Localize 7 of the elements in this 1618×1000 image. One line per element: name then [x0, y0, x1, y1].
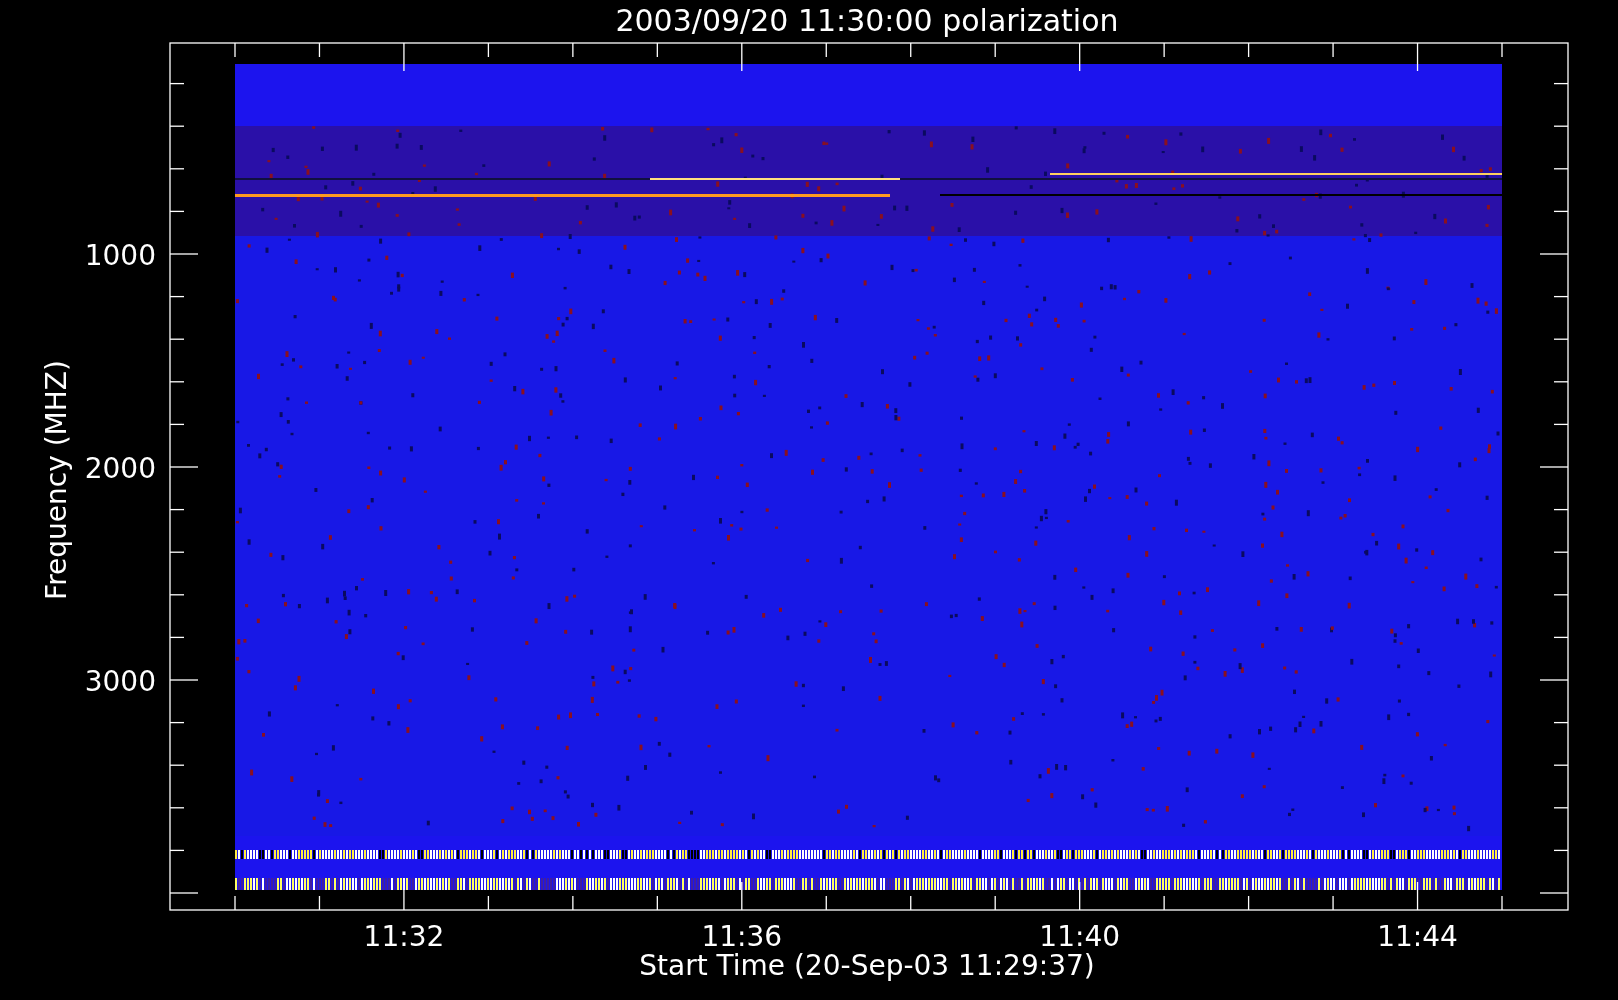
- x-tick-label: 11:32: [363, 920, 445, 953]
- y-tick-label: 1000: [84, 239, 156, 272]
- y-axis-label: Frequency (MHZ): [40, 360, 73, 600]
- x-tick-label: 11:44: [1377, 920, 1458, 953]
- y-tick-label: 2000: [84, 452, 156, 485]
- chart-title: 2003/09/20 11:30:00 polarization: [615, 3, 1119, 38]
- y-tick-label: 3000: [84, 665, 156, 698]
